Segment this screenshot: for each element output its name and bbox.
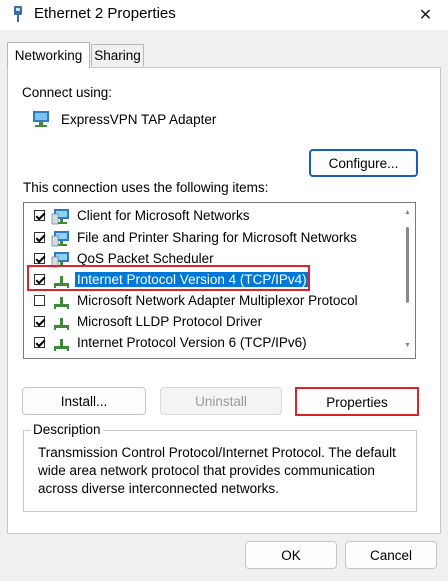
network-client-icon	[51, 209, 69, 225]
cancel-button[interactable]: Cancel	[345, 541, 437, 569]
install-button[interactable]: Install...	[22, 387, 146, 415]
properties-button[interactable]: Properties	[301, 391, 413, 413]
connect-using-label: Connect using:	[22, 85, 113, 100]
item-checkbox[interactable]	[34, 232, 45, 243]
scroll-up-arrow-icon[interactable]: ▲	[404, 209, 411, 216]
item-checkbox[interactable]	[34, 253, 45, 264]
items-label: This connection uses the following items…	[23, 180, 269, 195]
adapter-name: ExpressVPN TAP Adapter	[61, 112, 217, 127]
description-text: Transmission Control Protocol/Internet P…	[38, 445, 396, 496]
tab-sharing[interactable]: Sharing	[91, 44, 144, 66]
list-item[interactable]: File and Printer Sharing for Microsoft N…	[24, 229, 384, 249]
item-checkbox[interactable]	[34, 295, 45, 306]
ethernet-icon	[14, 6, 22, 22]
tab-networking[interactable]: Networking	[7, 42, 90, 68]
list-scrollbar[interactable]	[406, 227, 409, 303]
item-label: Microsoft Network Adapter Multiplexor Pr…	[77, 293, 358, 308]
protocol-icon	[54, 339, 69, 351]
configure-button[interactable]: Configure...	[309, 149, 418, 177]
highlight-box-ipv4	[27, 265, 310, 291]
ok-button[interactable]: OK	[245, 541, 337, 569]
window-title: Ethernet 2 Properties	[34, 5, 176, 22]
description-title: Description	[31, 422, 103, 437]
network-adapter-icon	[33, 111, 49, 127]
item-checkbox[interactable]	[34, 337, 45, 348]
item-label: Microsoft LLDP Protocol Driver	[77, 314, 263, 329]
scroll-down-arrow-icon[interactable]: ▼	[404, 342, 411, 349]
item-label: Client for Microsoft Networks	[77, 208, 250, 223]
list-item[interactable]: Microsoft Network Adapter Multiplexor Pr…	[24, 292, 384, 312]
close-icon: ✕	[418, 7, 433, 24]
list-item[interactable]: Client for Microsoft Networks	[24, 207, 384, 227]
list-item[interactable]: Internet Protocol Version 6 (TCP/IPv6)	[24, 334, 384, 354]
network-client-icon	[51, 231, 69, 247]
item-label: QoS Packet Scheduler	[77, 251, 214, 266]
item-checkbox[interactable]	[34, 210, 45, 221]
protocol-icon	[54, 318, 69, 330]
item-label: File and Printer Sharing for Microsoft N…	[77, 230, 357, 245]
uninstall-button[interactable]: Uninstall	[160, 387, 282, 415]
list-item[interactable]: Microsoft LLDP Protocol Driver	[24, 313, 384, 333]
item-checkbox[interactable]	[34, 316, 45, 327]
protocol-icon	[54, 297, 69, 309]
item-label: Internet Protocol Version 6 (TCP/IPv6)	[77, 335, 307, 350]
close-button[interactable]: ✕	[403, 0, 448, 30]
